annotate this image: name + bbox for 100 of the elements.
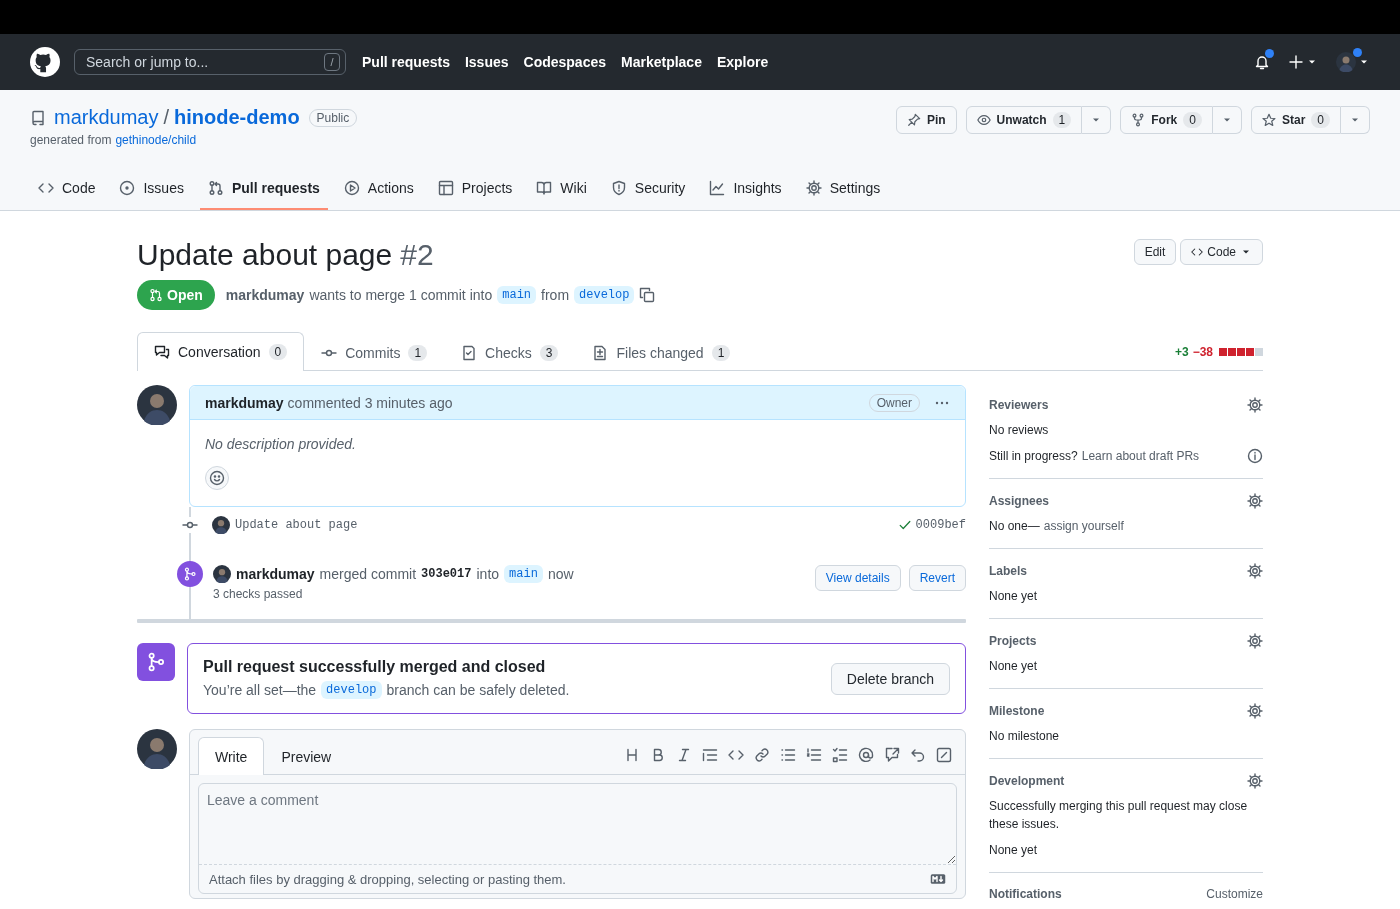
repo-tab[interactable]: Security	[602, 180, 694, 210]
section-title: Projects	[989, 634, 1037, 648]
from-text: from	[541, 287, 570, 303]
repo-action-button[interactable]: Fork 0	[1120, 106, 1213, 134]
section-title: Assignees	[989, 494, 1050, 508]
pr-title: Update about page	[137, 237, 393, 273]
eye-icon	[976, 113, 991, 127]
repo-action-button[interactable]: Star 0	[1250, 106, 1341, 134]
event-text: into	[476, 566, 500, 582]
gear-icon[interactable]	[1247, 397, 1263, 413]
template-link[interactable]: gethinode/child	[115, 133, 197, 147]
file-diff-icon	[592, 344, 609, 361]
branch-label[interactable]: main	[504, 565, 543, 583]
reaction-button[interactable]	[205, 466, 229, 490]
plus-icon	[1288, 54, 1304, 70]
copy-icon[interactable]	[639, 287, 656, 303]
editor-tab[interactable]: Write	[198, 737, 265, 775]
section-title: Reviewers	[989, 398, 1049, 412]
counter: 0	[1311, 112, 1330, 128]
repo-tab[interactable]: Code	[30, 180, 104, 210]
code-button[interactable]: Code	[1180, 239, 1263, 265]
repository-link[interactable]: hinode-demo	[174, 106, 300, 129]
counter: 0	[1183, 112, 1202, 128]
commit-sha[interactable]: 303e017	[421, 567, 472, 581]
numbered-list-icon[interactable]	[806, 747, 822, 763]
repo-tab[interactable]: Actions	[335, 180, 422, 210]
event-time: now	[547, 566, 574, 582]
counter: 1	[408, 344, 428, 361]
nav-link[interactable]: Marketplace	[621, 54, 702, 70]
sidebar-text: No one—	[989, 518, 1040, 535]
site-logo[interactable]	[30, 47, 60, 77]
sidebar-link[interactable]: Learn about draft PRs	[1081, 447, 1200, 465]
circle-dot-icon	[119, 180, 136, 196]
pr-tab[interactable]: Conversation 0	[137, 332, 305, 371]
avatar[interactable]	[137, 729, 177, 769]
gear-icon[interactable]	[1247, 633, 1263, 649]
notifications-icon[interactable]	[1254, 54, 1270, 70]
repo-tab[interactable]: Settings	[797, 180, 889, 210]
avatar[interactable]	[137, 385, 177, 425]
section-title: Milestone	[989, 704, 1045, 718]
sidebar-text: Still in progress?	[989, 448, 1078, 465]
bulleted-list-icon[interactable]	[780, 747, 796, 763]
nav-link[interactable]: Pull requests	[362, 54, 450, 70]
heading-icon[interactable]	[624, 747, 640, 763]
star-icon	[1261, 113, 1276, 127]
repo-tab[interactable]: Issues	[111, 180, 192, 210]
pr-tab[interactable]: Commits 1	[304, 333, 445, 371]
avatar[interactable]	[213, 565, 231, 583]
delete-branch-button[interactable]: Delete branch	[830, 662, 950, 695]
edit-button[interactable]: Edit	[1133, 239, 1177, 265]
nav-link[interactable]: Codespaces	[523, 54, 606, 70]
quote-icon[interactable]	[702, 747, 718, 763]
author-link[interactable]: markdumay	[236, 566, 315, 582]
merge-summary: wants to merge 1 commit into	[309, 287, 493, 303]
mention-icon[interactable]	[858, 747, 874, 763]
commit-message[interactable]: Update about page	[235, 518, 358, 532]
author-link[interactable]: markdumay	[205, 394, 284, 411]
shield-icon	[610, 180, 627, 196]
owner-link[interactable]: markdumay	[54, 106, 159, 129]
task-list-icon[interactable]	[832, 747, 848, 763]
gear-icon[interactable]	[1247, 563, 1263, 579]
gear-icon[interactable]	[1247, 493, 1263, 509]
repo-action-button[interactable]: Pin	[895, 106, 957, 134]
branch-label[interactable]: develop	[321, 681, 382, 699]
avatar[interactable]	[212, 516, 230, 534]
repo-tab[interactable]: Pull requests	[199, 180, 328, 210]
sidebar-text: Successfully merging this pull request may close these issues.	[989, 798, 1249, 833]
gear-icon[interactable]	[1247, 773, 1263, 789]
comment-field[interactable]: Leave a comment Attach files by dragging & dropping, selecting or pasting them.	[198, 783, 957, 894]
repo-action-button[interactable]: Unwatch 1	[965, 106, 1083, 134]
italic-icon[interactable]	[676, 747, 692, 763]
author-link[interactable]: markdumay	[225, 287, 305, 303]
code-icon	[1191, 246, 1204, 258]
sidebar-text: None yet	[989, 588, 1038, 605]
reference-icon[interactable]	[884, 747, 900, 763]
section-title: Notifications	[989, 887, 1062, 901]
deletions-count: −38	[1192, 344, 1213, 359]
checklist-icon	[461, 344, 478, 361]
pr-tab[interactable]: Files changed 1	[575, 333, 748, 371]
branch-label[interactable]: main	[497, 286, 537, 304]
gear-icon[interactable]	[1247, 703, 1263, 719]
pr-tab[interactable]: Checks 3	[444, 333, 576, 371]
commit-sha[interactable]: 0009bef	[915, 518, 966, 532]
repo-tab[interactable]: Wiki	[528, 180, 595, 210]
event-button[interactable]: Revert	[908, 565, 966, 591]
customize-link[interactable]: Customize	[1206, 887, 1263, 901]
link-icon[interactable]	[754, 747, 770, 763]
event-button[interactable]: View details	[814, 565, 901, 591]
nav-link[interactable]: Issues	[464, 54, 509, 70]
slash-command-icon[interactable]	[936, 747, 952, 763]
counter: 3	[539, 344, 559, 361]
sidebar-link[interactable]: assign yourself	[1043, 517, 1124, 535]
repo-tab[interactable]: Insights	[701, 180, 790, 210]
editor-tab[interactable]: Preview	[264, 738, 349, 775]
branch-label[interactable]: develop	[574, 286, 635, 304]
repo-tab[interactable]: Projects	[429, 180, 521, 210]
info-icon[interactable]	[1247, 448, 1263, 464]
nav-link[interactable]: Explore	[716, 54, 769, 70]
table-icon	[437, 180, 454, 196]
reply-icon[interactable]	[910, 747, 926, 763]
